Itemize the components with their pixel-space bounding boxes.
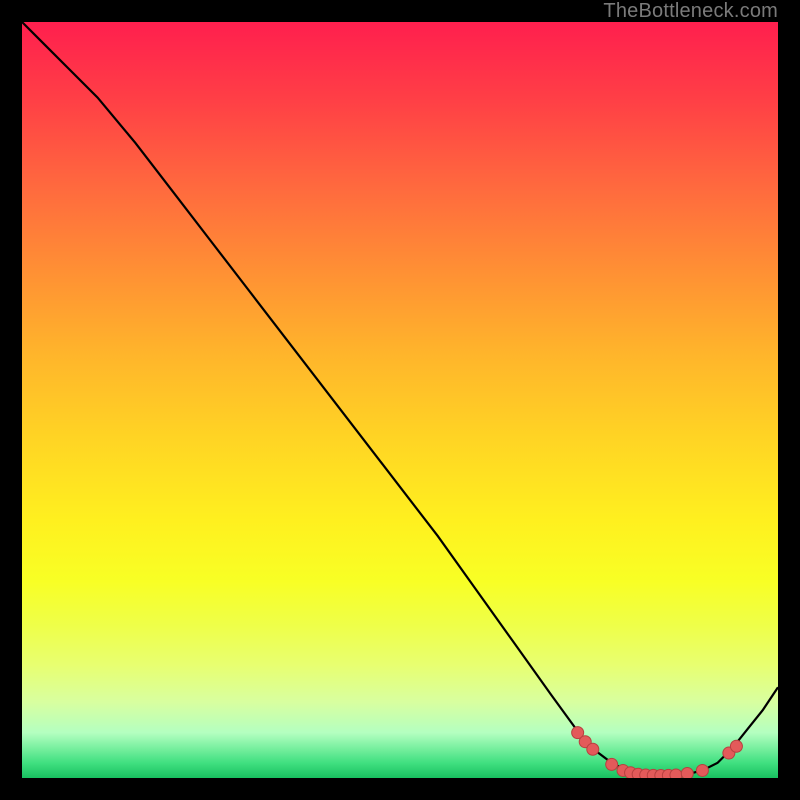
curve-marker <box>696 764 708 776</box>
curve-marker <box>730 740 742 752</box>
bottleneck-curve <box>22 22 778 776</box>
chart-svg <box>22 22 778 778</box>
chart-stage: TheBottleneck.com <box>0 0 800 800</box>
curve-marker <box>670 769 682 778</box>
curve-marker <box>606 758 618 770</box>
plot-area <box>22 22 778 778</box>
curve-marker <box>587 743 599 755</box>
curve-markers <box>572 727 743 778</box>
watermark-text: TheBottleneck.com <box>603 0 778 23</box>
curve-marker <box>681 767 693 778</box>
